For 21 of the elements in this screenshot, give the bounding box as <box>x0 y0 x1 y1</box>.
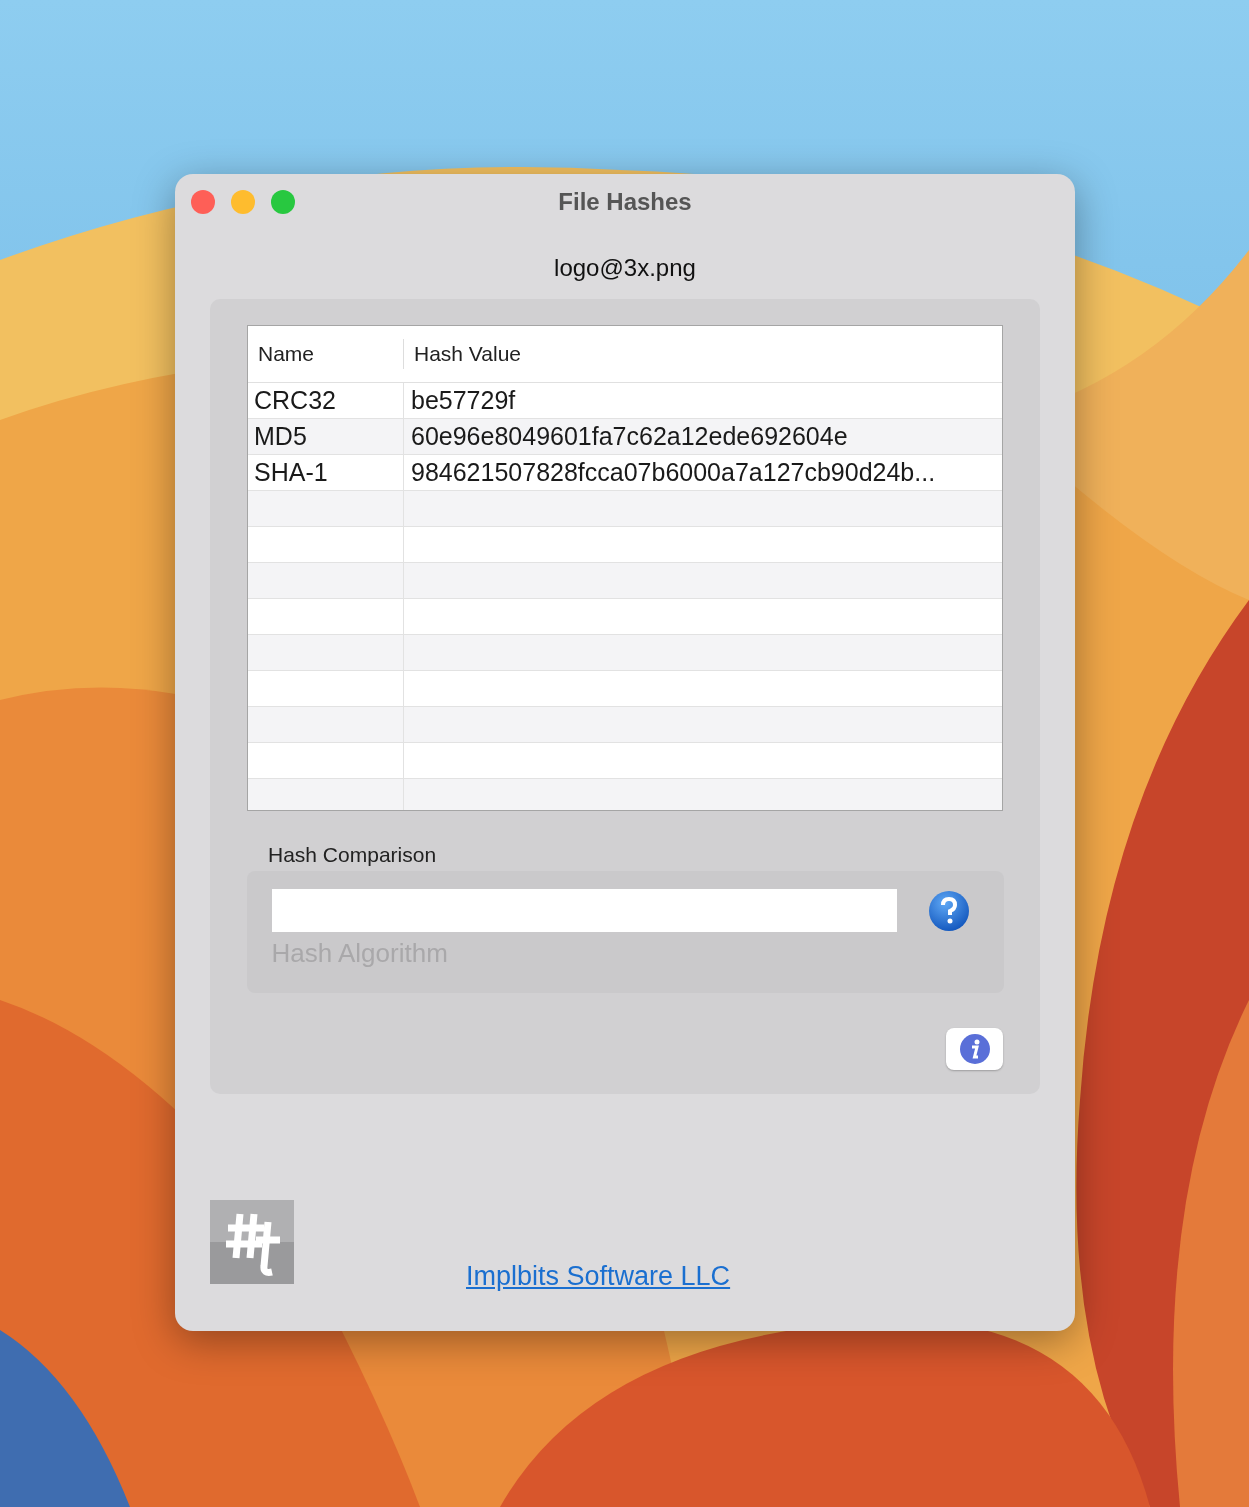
table-cell: 60e96e8049601fa7c62a12ede692604e <box>403 419 1002 454</box>
file-name: logo@3x.png <box>554 254 696 282</box>
table-cell: be57729f <box>403 383 1002 418</box>
help-icon <box>927 889 970 932</box>
table-cell-text: MD5 <box>253 421 308 452</box>
company-link[interactable]: Implbits Software LLC <box>466 1261 731 1292</box>
table-cell: 984621507828fcca07b6000a7a127cb90d24b... <box>403 455 1002 490</box>
table-cell-text: CRC32 <box>253 385 337 416</box>
hash-input-field[interactable] <box>271 889 897 932</box>
section-label: Hash Comparison <box>268 843 437 867</box>
zoom-button[interactable] <box>271 190 295 214</box>
window-title: File Hashes <box>558 188 692 216</box>
app-logo-icon <box>210 1200 294 1284</box>
column-header[interactable]: Name <box>248 339 403 369</box>
column-header[interactable]: Hash Value <box>403 339 1002 369</box>
help-button[interactable] <box>927 889 970 932</box>
table-cell-text: SHA-1 <box>253 457 329 488</box>
minimize-button[interactable] <box>231 190 255 214</box>
close-button[interactable] <box>191 190 215 214</box>
info-button[interactable] <box>946 1028 1003 1070</box>
info-icon <box>959 1034 990 1064</box>
